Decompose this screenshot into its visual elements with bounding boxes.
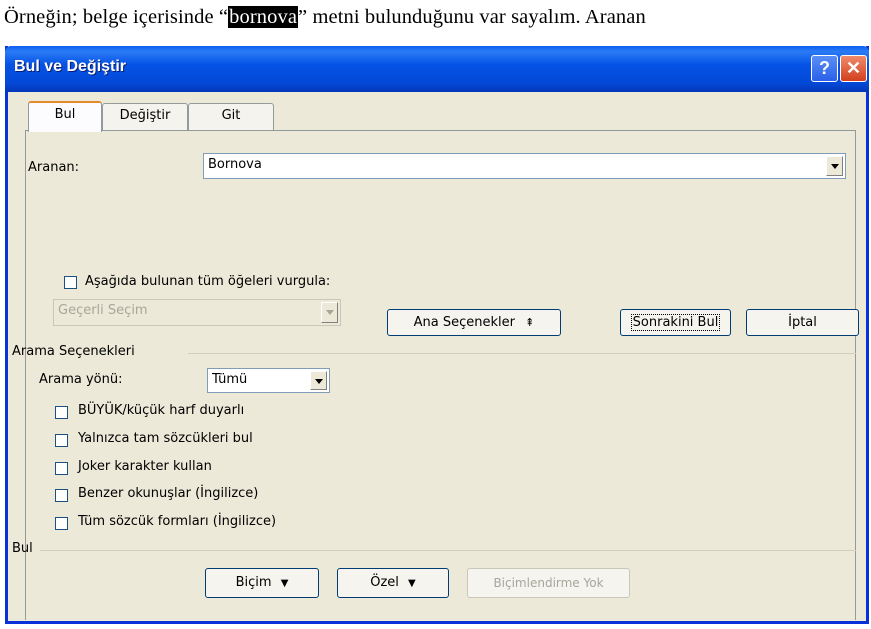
- format-dropdown-icon: ▼: [280, 578, 289, 589]
- scope-dropdown-arrow-icon[interactable]: [321, 302, 338, 323]
- less-options-button[interactable]: Ana Seçenekler ⇞: [387, 309, 561, 336]
- option-label-wildcards: Joker karakter kullan: [78, 459, 212, 474]
- help-icon: ?: [819, 58, 830, 78]
- search-label: Aranan:: [28, 160, 80, 175]
- find-next-button[interactable]: Sonrakini Bul: [620, 309, 731, 336]
- document-text-after: ” metni bulunduğunu var sayalım. Aranan: [298, 6, 646, 28]
- document-text-line: Örneğin; belge içerisinde “bornova” metn…: [4, 6, 646, 29]
- special-dropdown-icon: ▼: [408, 578, 416, 589]
- cancel-button[interactable]: İptal: [746, 309, 859, 336]
- special-label: Özel: [370, 575, 399, 590]
- search-input[interactable]: Bornova: [203, 153, 846, 179]
- cancel-label: İptal: [788, 315, 817, 330]
- direction-dropdown-arrow-icon[interactable]: [310, 371, 327, 390]
- tab-replace-label: Değiştir: [119, 108, 171, 123]
- close-icon: ✕: [845, 58, 862, 78]
- option-checkbox-sounds-like[interactable]: [55, 489, 68, 502]
- no-formatting-button[interactable]: Biçimlendirme Yok: [467, 568, 630, 598]
- find-replace-dialog: Bul ve Değiştir ? ✕ Bul Değiştir Git Ara…: [5, 46, 869, 624]
- scope-value: Geçerli Seçim: [58, 303, 148, 318]
- direction-label: Arama yönü:: [39, 372, 123, 387]
- option-label-word-forms: Tüm sözcük formları (İngilizce): [78, 514, 277, 529]
- find-section-divider: [40, 550, 856, 551]
- dialog-titlebar[interactable]: Bul ve Değiştir ? ✕: [5, 46, 869, 92]
- highlight-all-checkbox[interactable]: [64, 276, 77, 289]
- tab-find-label: Bul: [54, 107, 76, 122]
- chevron-up-icon: ⇞: [525, 316, 535, 329]
- option-label-sounds-like: Benzer okunuşlar (İngilizce): [78, 486, 259, 501]
- help-button[interactable]: ?: [811, 55, 838, 82]
- option-checkbox-whole-words[interactable]: [55, 434, 68, 447]
- option-label-whole-words: Yalnızca tam sözcükleri bul: [78, 431, 253, 446]
- search-options-title: Arama Seçenekleri: [12, 344, 135, 359]
- search-options-divider: [188, 353, 856, 354]
- find-next-label: Sonrakini Bul: [630, 314, 721, 331]
- option-checkbox-word-forms[interactable]: [55, 517, 68, 530]
- format-label: Biçim: [235, 575, 272, 590]
- format-button[interactable]: Biçim ▼: [205, 568, 319, 598]
- option-label-match-case: BÜYÜK/küçük harf duyarlı: [78, 403, 245, 418]
- tab-goto-label: Git: [221, 108, 241, 123]
- tab-find[interactable]: Bul: [28, 101, 102, 132]
- direction-value: Tümü: [212, 372, 248, 387]
- special-button[interactable]: Özel ▼: [337, 568, 449, 598]
- find-tab-page: [25, 130, 856, 620]
- no-formatting-label: Biçimlendirme Yok: [493, 576, 604, 590]
- highlight-all-label: Aşağıda bulunan tüm öğeleri vurgula:: [85, 274, 331, 289]
- search-dropdown-arrow-icon[interactable]: [826, 156, 843, 176]
- dialog-title: Bul ve Değiştir: [14, 58, 127, 75]
- scope-select[interactable]: Geçerli Seçim: [53, 299, 341, 326]
- tab-replace[interactable]: Değiştir: [102, 103, 188, 130]
- direction-select[interactable]: Tümü: [207, 368, 330, 393]
- close-button[interactable]: ✕: [840, 55, 867, 82]
- less-options-label: Ana Seçenekler: [413, 315, 515, 330]
- document-highlighted-word: bornova: [228, 6, 299, 28]
- option-checkbox-match-case[interactable]: [55, 406, 68, 419]
- find-section-title: Bul: [12, 541, 33, 556]
- document-text-before: Örneğin; belge içerisinde “: [4, 6, 229, 28]
- tab-goto[interactable]: Git: [188, 103, 274, 130]
- search-value: Bornova: [208, 157, 262, 172]
- option-checkbox-wildcards[interactable]: [55, 462, 68, 475]
